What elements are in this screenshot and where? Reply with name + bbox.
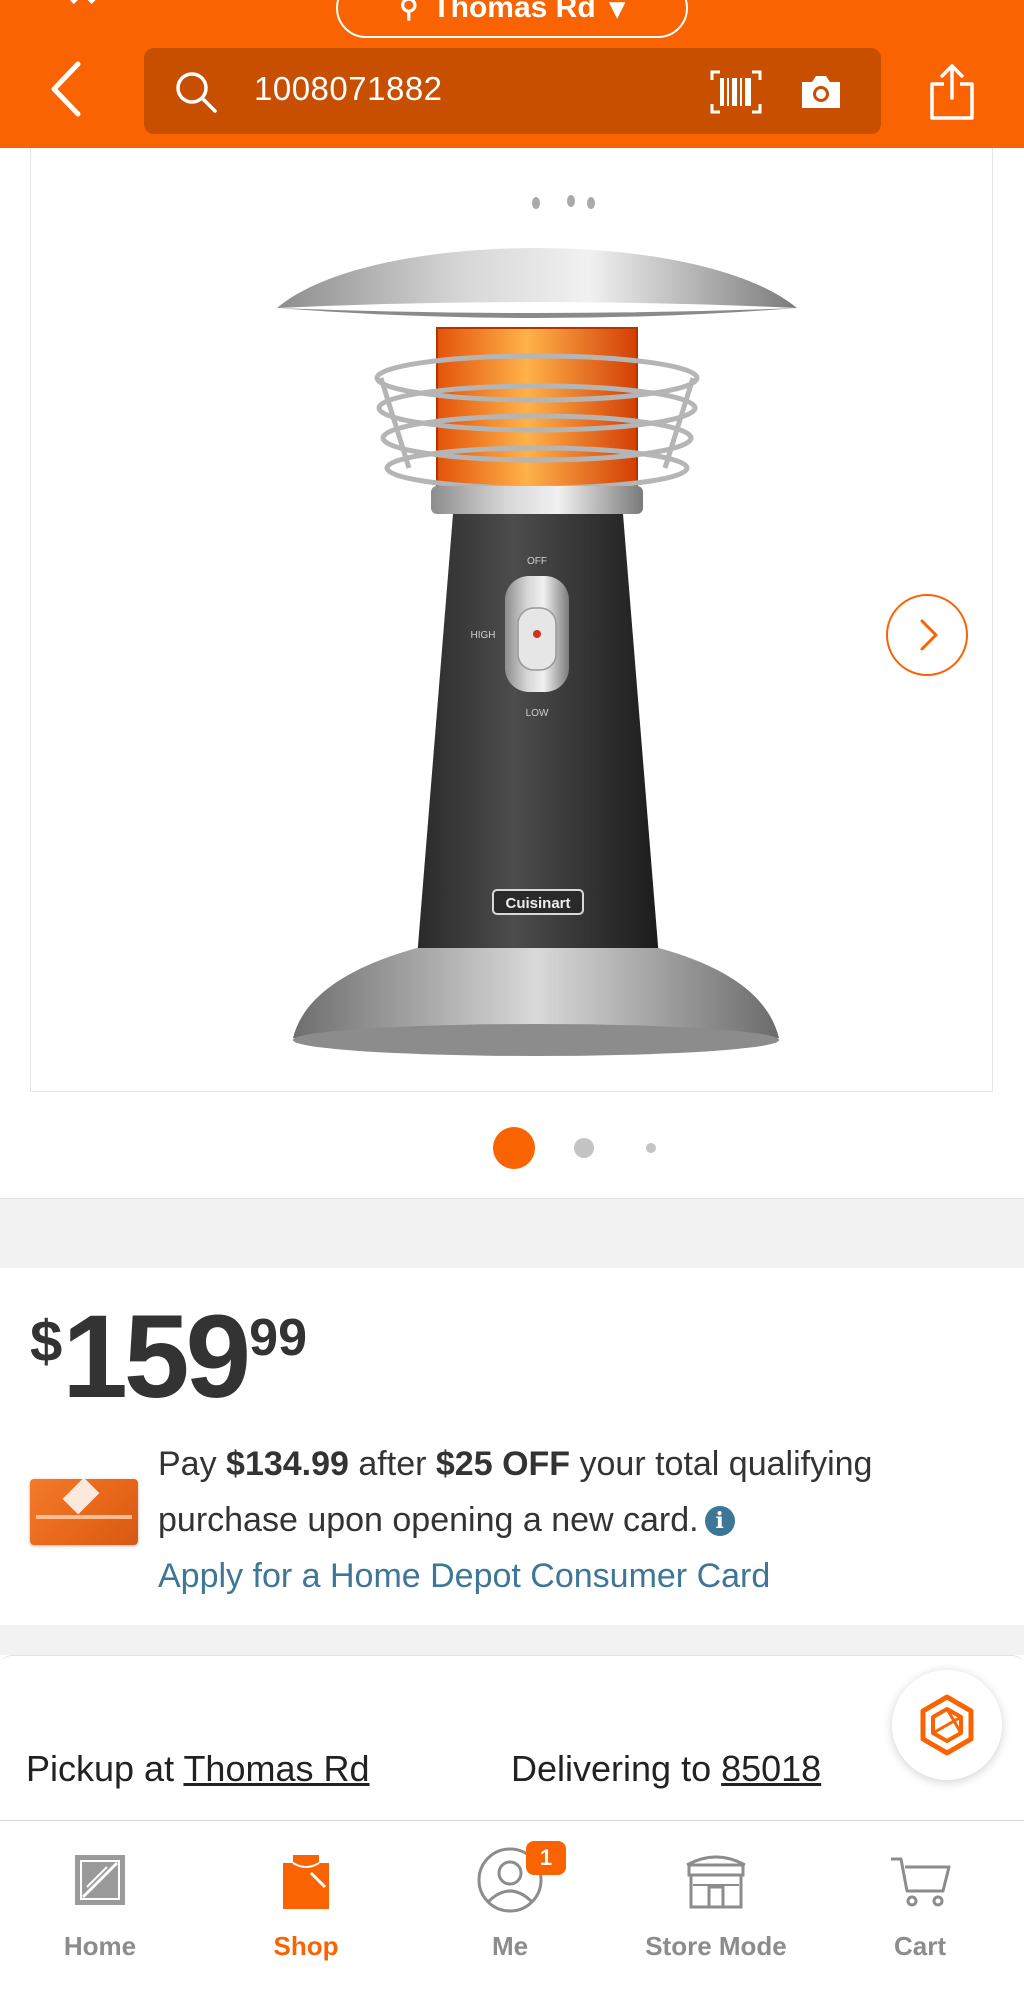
store-selector-label: Thomas Rd bbox=[432, 0, 596, 24]
nav-store-mode-label: Store Mode bbox=[645, 1931, 787, 1961]
close-icon[interactable]: ✕ bbox=[66, 0, 100, 16]
store-icon bbox=[686, 1855, 746, 1909]
barcode-icon[interactable] bbox=[710, 70, 762, 114]
product-image-gallery[interactable]: OFF HIGH LOW Cuisinart bbox=[0, 148, 1024, 1198]
price: $ 159 99 bbox=[30, 1298, 307, 1416]
location-pin-icon: ⚲ bbox=[399, 0, 419, 23]
section-divider bbox=[0, 1625, 1024, 1655]
shop-bag-icon bbox=[283, 1855, 329, 1909]
camera-icon[interactable] bbox=[798, 70, 844, 112]
delivery-zip-link[interactable]: 85018 bbox=[721, 1748, 821, 1789]
home-depot-logo-icon bbox=[75, 1855, 125, 1905]
apply-card-link[interactable]: Apply for a Home Depot Consumer Card bbox=[158, 1548, 988, 1604]
pickup-tab[interactable]: Pickup at Thomas Rd bbox=[26, 1748, 370, 1790]
delivery-prefix: Delivering to bbox=[511, 1748, 722, 1789]
back-icon bbox=[51, 61, 81, 117]
info-icon[interactable]: i bbox=[704, 1506, 735, 1536]
knob-low-label: LOW bbox=[526, 708, 549, 719]
price-section: $ 159 99 Pay $134.99 after $25 OFF your … bbox=[0, 1268, 1024, 1625]
chat-assistant-button[interactable] bbox=[892, 1670, 1002, 1780]
chevron-down-icon: ▾ bbox=[609, 0, 625, 25]
price-cents: 99 bbox=[249, 1309, 307, 1367]
knob-high-label: HIGH bbox=[471, 630, 496, 641]
product-image[interactable]: OFF HIGH LOW Cuisinart bbox=[30, 148, 993, 1092]
home-depot-logo-icon bbox=[62, 1477, 100, 1515]
offer-pay-amount: $134.99 bbox=[226, 1445, 349, 1483]
nav-home-label: Home bbox=[63, 1931, 137, 1961]
share-icon bbox=[930, 64, 974, 120]
patio-heater-illustration: OFF HIGH LOW Cuisinart bbox=[277, 195, 797, 1056]
pickup-store-link[interactable]: Thomas Rd bbox=[183, 1748, 369, 1789]
pagination-dot[interactable] bbox=[574, 1138, 594, 1158]
search-bar[interactable]: 1008071882 bbox=[144, 48, 881, 134]
bottom-navigation: Home Shop 1 Me Store Mode Cart bbox=[0, 1820, 1024, 1991]
cart-icon bbox=[891, 1857, 951, 1907]
nav-store-mode[interactable]: Store Mode bbox=[636, 1835, 796, 1965]
image-pagination bbox=[0, 1122, 1024, 1172]
credit-card-image bbox=[30, 1477, 138, 1545]
nav-cart[interactable]: Cart bbox=[840, 1835, 1000, 1965]
back-button[interactable] bbox=[40, 56, 96, 122]
card-strip bbox=[36, 1515, 132, 1519]
delivery-tab[interactable]: Delivering to 85018 bbox=[511, 1748, 821, 1790]
search-icon bbox=[176, 72, 217, 113]
section-divider bbox=[0, 1198, 1024, 1268]
nav-home[interactable]: Home bbox=[20, 1835, 180, 1965]
nav-shop-label: Shop bbox=[273, 1931, 339, 1961]
top-app-bar: ✕ ⚲ Thomas Rd ▾ 1008071882 bbox=[0, 0, 1024, 148]
card-offer: Pay $134.99 after $25 OFF your total qua… bbox=[158, 1436, 988, 1604]
pagination-dot-active[interactable] bbox=[493, 1127, 535, 1169]
notification-badge: 1 bbox=[526, 1841, 566, 1875]
offer-pay-prefix: Pay bbox=[158, 1445, 227, 1483]
nav-cart-label: Cart bbox=[893, 1931, 946, 1961]
fulfillment-section: Pickup at Thomas Rd Delivering to 85018 bbox=[0, 1655, 1024, 1826]
price-currency: $ bbox=[30, 1309, 63, 1374]
nav-me[interactable]: 1 Me bbox=[430, 1835, 590, 1965]
hexagon-assistant-icon bbox=[920, 1694, 974, 1756]
store-selector[interactable]: ⚲ Thomas Rd ▾ bbox=[336, 0, 688, 38]
pagination-dot[interactable] bbox=[646, 1143, 656, 1153]
search-input[interactable]: 1008071882 bbox=[254, 70, 443, 108]
price-dollars: 159 bbox=[62, 1291, 251, 1423]
chevron-right-icon bbox=[920, 619, 938, 651]
offer-discount: $25 OFF bbox=[435, 1445, 571, 1483]
product-brand-badge: Cuisinart bbox=[505, 895, 570, 912]
offer-after-text: after bbox=[348, 1445, 436, 1483]
pickup-prefix: Pickup at bbox=[26, 1748, 184, 1789]
nav-shop[interactable]: Shop bbox=[226, 1835, 386, 1965]
share-button[interactable] bbox=[928, 62, 976, 122]
nav-me-label: Me bbox=[491, 1931, 529, 1961]
knob-off-label: OFF bbox=[527, 556, 547, 567]
next-image-button[interactable] bbox=[886, 594, 968, 676]
